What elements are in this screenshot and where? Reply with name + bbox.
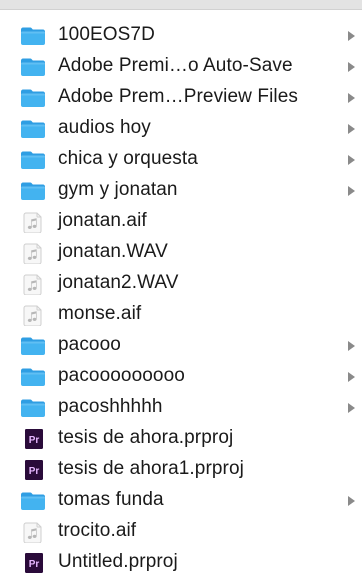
- chevron-right-icon[interactable]: [348, 31, 355, 41]
- folder-icon: [19, 25, 47, 47]
- file-name: Adobe Premi…o Auto-Save: [58, 55, 293, 76]
- file-name: tesis de ahora1.prproj: [58, 458, 244, 479]
- chevron-right-icon[interactable]: [348, 496, 355, 506]
- svg-text:Pr: Pr: [29, 435, 40, 446]
- file-row[interactable]: jonatan.aif: [0, 206, 362, 237]
- file-row[interactable]: Pr tesis de ahora.prproj: [0, 423, 362, 454]
- chevron-right-icon[interactable]: [348, 93, 355, 103]
- chevron-right-icon[interactable]: [348, 372, 355, 382]
- svg-text:Pr: Pr: [29, 559, 40, 570]
- folder-icon: [19, 180, 47, 202]
- folder-icon: [19, 490, 47, 512]
- folder-icon: [19, 366, 47, 388]
- svg-text:Pr: Pr: [29, 466, 40, 477]
- audio-file-icon: [19, 304, 47, 326]
- file-name: jonatan.WAV: [58, 241, 168, 262]
- file-row[interactable]: Pr Untitled.prproj: [0, 547, 362, 578]
- file-row[interactable]: Pr tesis de ahora1.prproj: [0, 454, 362, 485]
- premiere-project-icon: Pr: [19, 552, 47, 574]
- chevron-right-icon[interactable]: [348, 341, 355, 351]
- file-name: tomas funda: [58, 489, 164, 510]
- file-name: 100EOS7D: [58, 24, 155, 45]
- audio-file-icon: [19, 273, 47, 295]
- premiere-project-icon: Pr: [19, 428, 47, 450]
- file-row[interactable]: Adobe Prem…Preview Files: [0, 82, 362, 113]
- file-name: trocito.aif: [58, 520, 137, 541]
- chevron-right-icon[interactable]: [348, 186, 355, 196]
- chevron-right-icon[interactable]: [348, 155, 355, 165]
- file-name: tesis de ahora.prproj: [58, 427, 234, 448]
- file-name: gym y jonatan: [58, 179, 178, 200]
- folder-icon: [19, 397, 47, 419]
- audio-file-icon: [19, 242, 47, 264]
- file-name: monse.aif: [58, 303, 142, 324]
- file-name: chica y orquesta: [58, 148, 198, 169]
- file-name: audios hoy: [58, 117, 151, 138]
- file-row[interactable]: gym y jonatan: [0, 175, 362, 206]
- column-header-bar: [0, 0, 362, 10]
- chevron-right-icon[interactable]: [348, 124, 355, 134]
- chevron-right-icon[interactable]: [348, 62, 355, 72]
- premiere-project-icon: Pr: [19, 459, 47, 481]
- file-row[interactable]: pacoshhhhh: [0, 392, 362, 423]
- file-row[interactable]: pacooooooooo: [0, 361, 362, 392]
- file-row[interactable]: jonatan2.WAV: [0, 268, 362, 299]
- file-row[interactable]: jonatan.WAV: [0, 237, 362, 268]
- audio-file-icon: [19, 521, 47, 543]
- chevron-right-icon[interactable]: [348, 403, 355, 413]
- file-name: jonatan.aif: [58, 210, 147, 231]
- file-name: jonatan2.WAV: [58, 272, 179, 293]
- file-name: pacoshhhhh: [58, 396, 163, 417]
- file-row[interactable]: monse.aif: [0, 299, 362, 330]
- file-row[interactable]: trocito.aif: [0, 516, 362, 547]
- audio-file-icon: [19, 211, 47, 233]
- file-name: pacooooooooo: [58, 365, 185, 386]
- folder-icon: [19, 335, 47, 357]
- folder-icon: [19, 87, 47, 109]
- file-row[interactable]: 100EOS7D: [0, 20, 362, 51]
- file-name: pacooo: [58, 334, 121, 355]
- file-row[interactable]: Adobe Premi…o Auto-Save: [0, 51, 362, 82]
- file-row[interactable]: chica y orquesta: [0, 144, 362, 175]
- file-name: Untitled.prproj: [58, 551, 178, 572]
- file-row[interactable]: audios hoy: [0, 113, 362, 144]
- folder-icon: [19, 56, 47, 78]
- file-name: Adobe Prem…Preview Files: [58, 86, 298, 107]
- finder-column[interactable]: 100EOS7D Adobe Premi…o Auto-Save Adobe P…: [0, 10, 362, 580]
- file-row[interactable]: tomas funda: [0, 485, 362, 516]
- file-row[interactable]: pacooo: [0, 330, 362, 361]
- folder-icon: [19, 118, 47, 140]
- folder-icon: [19, 149, 47, 171]
